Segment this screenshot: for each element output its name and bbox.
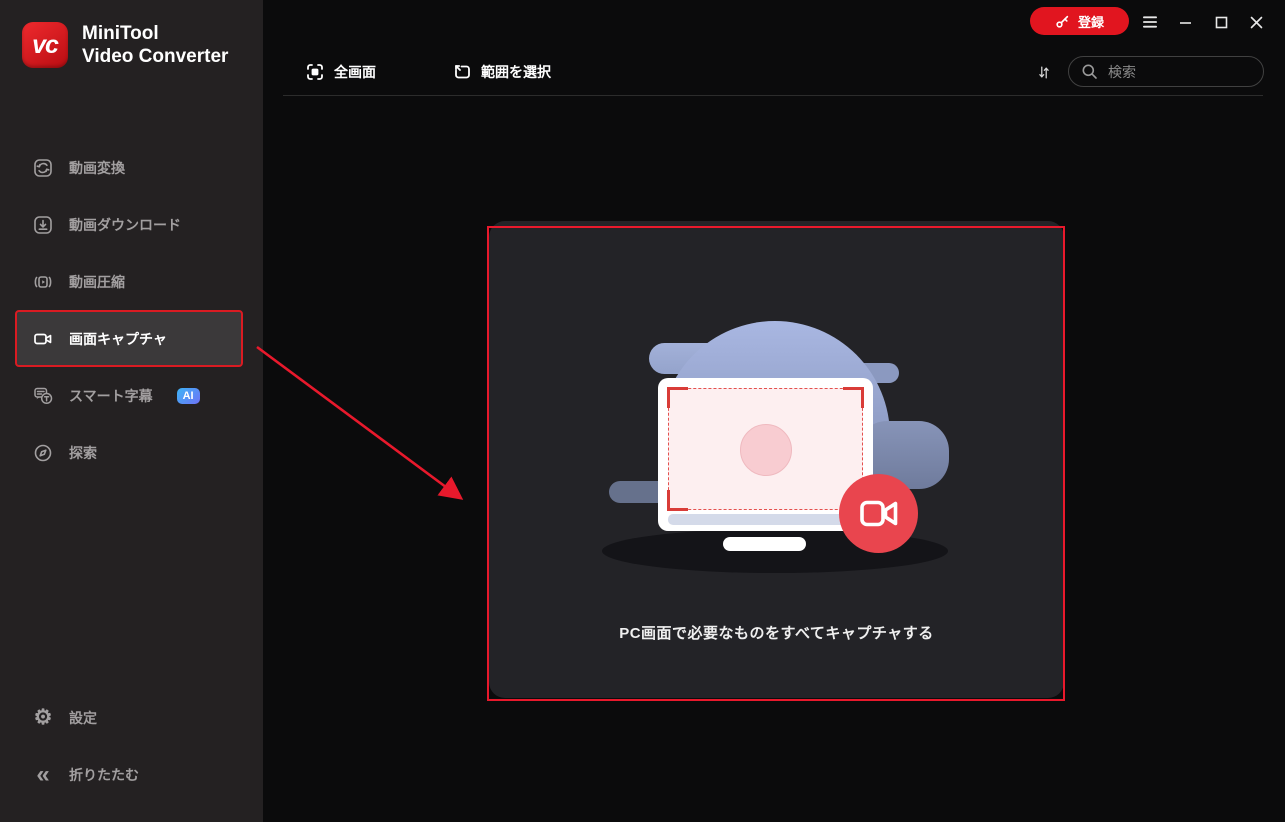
sidebar-item-label: 探索 xyxy=(69,444,97,461)
app-title: MiniTool Video Converter xyxy=(82,22,228,68)
download-icon xyxy=(34,215,52,234)
selection-corner xyxy=(667,490,688,511)
toolbar-divider xyxy=(283,95,1263,96)
app-logo-icon: vc xyxy=(22,22,68,68)
search-box[interactable] xyxy=(1068,56,1264,87)
fullscreen-tab[interactable]: 全画面 xyxy=(299,58,382,86)
collapse-icon: « xyxy=(36,760,50,788)
sidebar-item-explore[interactable]: 探索 xyxy=(15,424,243,481)
explore-icon xyxy=(34,444,52,461)
app-title-line1: MiniTool xyxy=(82,23,159,44)
search-input[interactable] xyxy=(1106,62,1251,81)
sidebar-nav: 動画変換 動画ダウンロード 動画圧縮 画面キャプチャ スマート字幕 AI 探索 xyxy=(0,139,263,481)
close-button[interactable] xyxy=(1243,9,1269,35)
capture-illustration: PC画面で必要なものをすべてキャプチャする xyxy=(489,221,1064,698)
sidebar-item-label: 動画圧縮 xyxy=(69,273,125,290)
sidebar-item-settings[interactable]: ⚙ 設定 xyxy=(0,689,263,746)
selection-corner xyxy=(667,387,688,408)
hamburger-icon xyxy=(1143,16,1157,28)
sidebar-item-label: 画面キャプチャ xyxy=(69,330,167,347)
search-icon xyxy=(1082,64,1097,79)
sidebar-item-collapse[interactable]: « 折りたたむ xyxy=(0,746,263,803)
sidebar-item-video-download[interactable]: 動画ダウンロード xyxy=(15,196,243,253)
subtitle-icon xyxy=(34,387,53,404)
sidebar-item-label: 動画ダウンロード xyxy=(69,216,181,233)
sidebar-item-label: 設定 xyxy=(69,709,97,726)
sidebar-item-video-convert[interactable]: 動画変換 xyxy=(15,139,243,196)
region-select-icon xyxy=(455,65,470,79)
sort-icon xyxy=(1039,66,1049,78)
sidebar-item-smart-subtitle[interactable]: スマート字幕 AI xyxy=(15,367,243,424)
fullscreen-icon xyxy=(307,64,323,80)
monitor-stand xyxy=(723,537,806,551)
app-logo: vc MiniTool Video Converter xyxy=(22,22,228,68)
record-button[interactable] xyxy=(839,474,918,553)
register-button[interactable]: 登録 xyxy=(1030,7,1129,35)
sidebar-item-label: 動画変換 xyxy=(69,159,125,176)
register-label: 登録 xyxy=(1077,14,1104,30)
app-title-line2: Video Converter xyxy=(82,46,229,67)
maximize-icon xyxy=(1215,16,1227,28)
monitor-base-bar xyxy=(668,514,855,525)
capture-caption: PC画面で必要なものをすべてキャプチャする xyxy=(619,625,934,642)
sidebar: vc MiniTool Video Converter 動画変換 動画ダウンロー… xyxy=(0,0,263,822)
sidebar-item-video-compress[interactable]: 動画圧縮 xyxy=(15,253,243,310)
minimize-icon xyxy=(1179,21,1191,24)
ai-badge: AI xyxy=(176,387,200,404)
minimize-button[interactable] xyxy=(1172,9,1198,35)
sidebar-item-label: スマート字幕 xyxy=(69,387,153,404)
sidebar-footer: ⚙ 設定 « 折りたたむ xyxy=(0,689,263,803)
select-region-tab[interactable]: 範囲を選択 xyxy=(446,58,557,86)
selection-corner xyxy=(843,387,864,408)
sidebar-item-label: 折りたたむ xyxy=(69,766,139,783)
convert-icon xyxy=(34,158,52,177)
camcorder-icon xyxy=(859,500,897,527)
key-icon xyxy=(1056,15,1069,28)
sort-button[interactable] xyxy=(1032,57,1056,87)
menu-button[interactable] xyxy=(1137,9,1163,35)
screen-dot xyxy=(740,424,792,476)
capture-icon xyxy=(34,333,52,344)
sidebar-item-screen-capture[interactable]: 画面キャプチャ xyxy=(15,310,243,367)
screen-capture-panel[interactable]: PC画面で必要なものをすべてキャプチャする xyxy=(489,221,1064,698)
monitor-screen xyxy=(667,387,864,511)
gear-icon: ⚙ xyxy=(33,706,53,729)
select-region-label: 範囲を選択 xyxy=(481,64,551,80)
maximize-button[interactable] xyxy=(1208,9,1234,35)
fullscreen-label: 全画面 xyxy=(334,64,376,80)
close-icon xyxy=(1250,16,1262,28)
compress-icon xyxy=(34,275,52,288)
